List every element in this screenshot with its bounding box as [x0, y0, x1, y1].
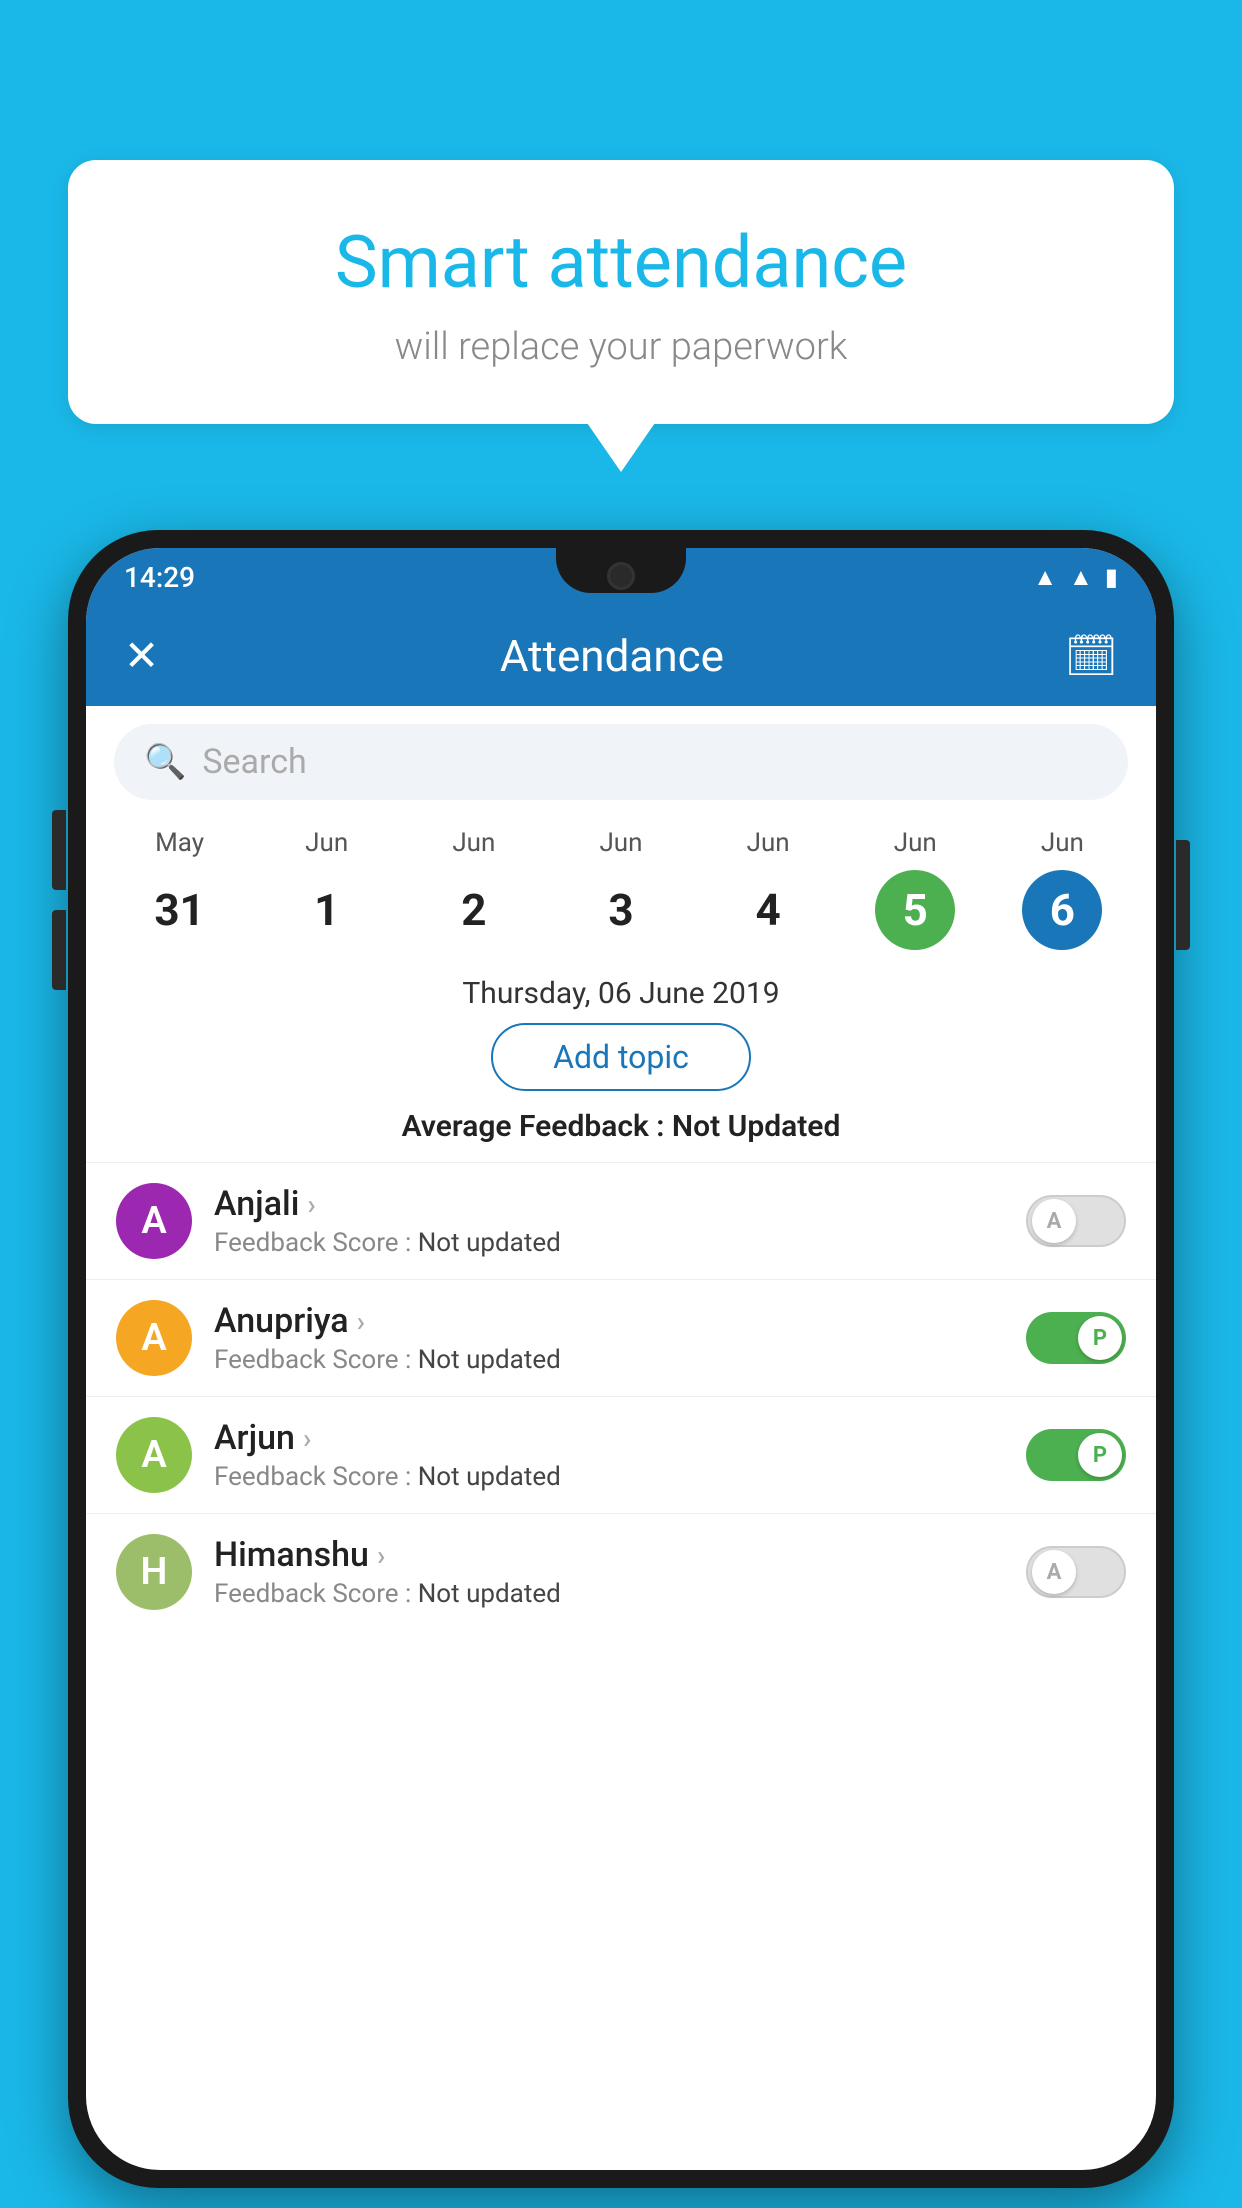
speech-bubble-subtitle: will replace your paperwork: [108, 325, 1134, 369]
student-item[interactable]: A Arjun › Feedback Score : Not updated P: [86, 1396, 1156, 1513]
student-avatar: A: [116, 1417, 192, 1493]
student-name: Arjun ›: [214, 1418, 1004, 1458]
search-bar[interactable]: 🔍 Search: [114, 724, 1128, 800]
cal-day-31[interactable]: May 31: [140, 828, 220, 950]
app-bar-title: Attendance: [500, 630, 724, 682]
student-item[interactable]: H Himanshu › Feedback Score : Not updated A: [86, 1513, 1156, 1630]
volume-down-button: [52, 910, 66, 990]
cal-date-number: 6: [1022, 870, 1102, 950]
feedback-value: Not updated: [418, 1345, 561, 1375]
student-feedback: Feedback Score : Not updated: [214, 1462, 1004, 1492]
student-info: Anupriya › Feedback Score : Not updated: [214, 1301, 1004, 1375]
toggle-knob: A: [1032, 1550, 1076, 1594]
student-feedback: Feedback Score : Not updated: [214, 1228, 1004, 1258]
battery-icon: ▮: [1105, 563, 1118, 591]
cal-month-label: Jun: [1041, 828, 1084, 858]
cal-date-number: 4: [728, 870, 808, 950]
chevron-icon: ›: [307, 1188, 315, 1221]
wifi-icon: ▲: [1033, 563, 1057, 592]
signal-icon: ▲: [1069, 563, 1093, 592]
feedback-value: Not updated: [418, 1228, 561, 1258]
phone-notch: [556, 548, 686, 593]
feedback-value: Not updated: [418, 1462, 561, 1492]
cal-day-3[interactable]: Jun 3: [581, 828, 661, 950]
avg-feedback-label: Average Feedback :: [402, 1109, 672, 1144]
chevron-icon: ›: [357, 1305, 365, 1338]
cal-month-label: Jun: [747, 828, 790, 858]
close-icon[interactable]: ✕: [124, 631, 159, 681]
cal-month-label: Jun: [894, 828, 937, 858]
attendance-toggle[interactable]: A: [1026, 1195, 1126, 1247]
cal-date-number: 3: [581, 870, 661, 950]
attendance-toggle[interactable]: P: [1026, 1429, 1126, 1481]
add-topic-button[interactable]: Add topic: [491, 1023, 751, 1091]
status-icons: ▲ ▲ ▮: [1033, 563, 1118, 592]
speech-bubble-title: Smart attendance: [108, 220, 1134, 305]
student-list: AAnjali ›Feedback Score : Not updatedAAA…: [86, 1162, 1156, 1630]
phone-outer: 14:29 ▲ ▲ ▮ ✕ Attendance 🗓 🔍 Search Ma: [68, 530, 1174, 2188]
cal-day-5[interactable]: Jun 5: [875, 828, 955, 950]
cal-month-label: Jun: [305, 828, 348, 858]
student-info: Himanshu › Feedback Score : Not updated: [214, 1535, 1004, 1609]
phone-screen: 14:29 ▲ ▲ ▮ ✕ Attendance 🗓 🔍 Search Ma: [86, 548, 1156, 2170]
cal-day-6[interactable]: Jun 6: [1022, 828, 1102, 950]
speech-bubble: Smart attendance will replace your paper…: [68, 160, 1174, 424]
student-feedback: Feedback Score : Not updated: [214, 1579, 1004, 1609]
attendance-toggle[interactable]: P: [1026, 1312, 1126, 1364]
phone-container: 14:29 ▲ ▲ ▮ ✕ Attendance 🗓 🔍 Search Ma: [68, 530, 1174, 2188]
cal-day-4[interactable]: Jun 4: [728, 828, 808, 950]
speech-bubble-container: Smart attendance will replace your paper…: [68, 160, 1174, 424]
search-input[interactable]: Search: [202, 742, 306, 782]
avg-feedback-value: Not Updated: [672, 1109, 840, 1144]
chevron-icon: ›: [303, 1422, 311, 1455]
student-item[interactable]: A Anjali › Feedback Score : Not updated A: [86, 1162, 1156, 1279]
cal-date-number: 31: [140, 870, 220, 950]
toggle-knob: P: [1078, 1316, 1122, 1360]
cal-day-2[interactable]: Jun 2: [434, 828, 514, 950]
student-avatar: H: [116, 1534, 192, 1610]
student-avatar: A: [116, 1183, 192, 1259]
app-bar: ✕ Attendance 🗓: [86, 606, 1156, 706]
cal-month-label: Jun: [599, 828, 642, 858]
attendance-toggle[interactable]: A: [1026, 1546, 1126, 1598]
search-icon: 🔍: [144, 742, 186, 782]
power-button: [1176, 840, 1190, 950]
student-avatar: A: [116, 1300, 192, 1376]
student-feedback: Feedback Score : Not updated: [214, 1345, 1004, 1375]
cal-month-label: Jun: [452, 828, 495, 858]
calendar-strip: May 31 Jun 1 Jun 2 Jun 3 Jun 4 Jun 5 Jun 6: [86, 818, 1156, 960]
calendar-icon[interactable]: 🗓: [1065, 632, 1118, 681]
cal-date-number: 5: [875, 870, 955, 950]
student-name: Anupriya ›: [214, 1301, 1004, 1341]
student-name: Anjali ›: [214, 1184, 1004, 1224]
average-feedback: Average Feedback : Not Updated: [86, 1109, 1156, 1144]
cal-date-number: 2: [434, 870, 514, 950]
student-info: Anjali › Feedback Score : Not updated: [214, 1184, 1004, 1258]
cal-month-label: May: [155, 828, 204, 858]
feedback-value: Not updated: [418, 1579, 561, 1609]
selected-date: Thursday, 06 June 2019: [86, 976, 1156, 1011]
student-item[interactable]: A Anupriya › Feedback Score : Not updated P: [86, 1279, 1156, 1396]
toggle-knob: P: [1078, 1433, 1122, 1477]
phone-camera: [607, 562, 635, 590]
student-name: Himanshu ›: [214, 1535, 1004, 1575]
toggle-knob: A: [1032, 1199, 1076, 1243]
volume-up-button: [52, 810, 66, 890]
student-info: Arjun › Feedback Score : Not updated: [214, 1418, 1004, 1492]
status-time: 14:29: [124, 561, 195, 594]
cal-date-number: 1: [287, 870, 367, 950]
cal-day-1[interactable]: Jun 1: [287, 828, 367, 950]
chevron-icon: ›: [377, 1539, 385, 1572]
